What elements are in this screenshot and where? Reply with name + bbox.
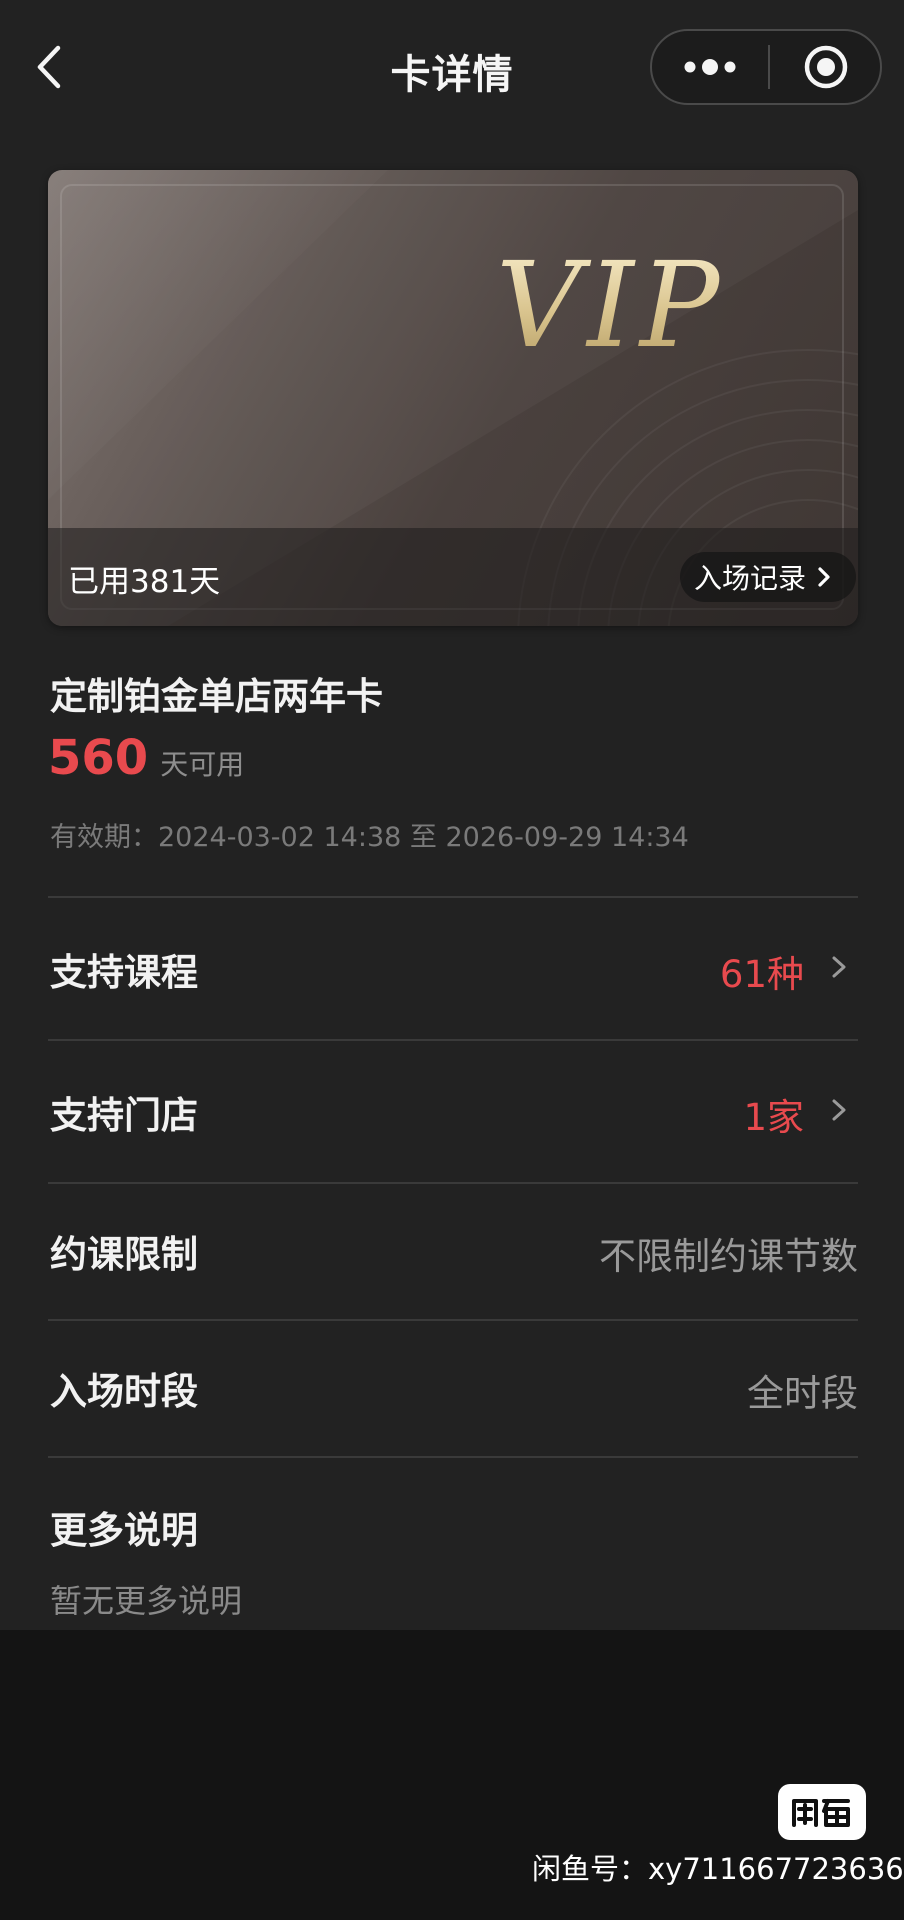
more-info-title: 更多说明	[50, 1509, 198, 1552]
row-label: 约课限制	[50, 1233, 198, 1276]
row-label: 支持门店	[50, 1094, 198, 1137]
row-value: 全时段	[747, 1372, 858, 1415]
entry-record-label: 入场记录	[694, 562, 807, 595]
chevron-right-icon	[832, 1099, 846, 1121]
vip-logo: VIP	[496, 236, 726, 374]
xianyu-logo	[778, 1784, 866, 1840]
target-circle-icon	[804, 45, 848, 89]
row-value: 61种	[719, 953, 804, 996]
xianyu-logo-icon	[792, 1799, 850, 1827]
more-button[interactable]	[652, 31, 768, 103]
nav-bar: 卡详情	[0, 0, 904, 140]
row-entry-time: 入场时段 全时段	[48, 1317, 858, 1457]
row-label: 入场时段	[50, 1370, 198, 1413]
used-days: 已用381天	[68, 564, 221, 600]
entry-record-button[interactable]: 入场记录	[680, 552, 856, 602]
chevron-right-icon	[832, 956, 846, 978]
watermark-text: 闲鱼号：xy711667723636	[532, 1852, 904, 1886]
remaining-days-unit: 天可用	[160, 748, 245, 781]
row-label: 支持课程	[50, 951, 198, 994]
page-background: 卡详情 VIP 已用381天 入场记录 定制铂金单店两年卡 560 天可用 有效…	[0, 0, 904, 1630]
row-supported-stores[interactable]: 支持门店 1家	[48, 1041, 858, 1181]
chevron-right-icon	[818, 567, 830, 587]
row-value: 1家	[743, 1096, 804, 1139]
validity-period: 有效期：2024-03-02 14:38 至 2026-09-29 14:34	[50, 822, 689, 853]
remaining-days-number: 560	[48, 730, 149, 786]
row-supported-courses[interactable]: 支持课程 61种	[48, 898, 858, 1038]
card-name: 定制铂金单店两年卡	[50, 675, 383, 718]
mini-program-capsule	[650, 29, 882, 105]
remaining-days: 560 天可用	[48, 730, 244, 786]
more-info-description: 暂无更多说明	[50, 1582, 243, 1620]
card-footer: 已用381天 入场记录	[48, 528, 858, 626]
row-value: 不限制约课节数	[599, 1235, 858, 1278]
vip-card: VIP 已用381天 入场记录	[48, 170, 858, 626]
more-dots-icon	[684, 59, 736, 75]
row-booking-limit: 约课限制 不限制约课节数	[48, 1180, 858, 1320]
close-button[interactable]	[770, 31, 882, 103]
divider	[48, 1456, 858, 1458]
